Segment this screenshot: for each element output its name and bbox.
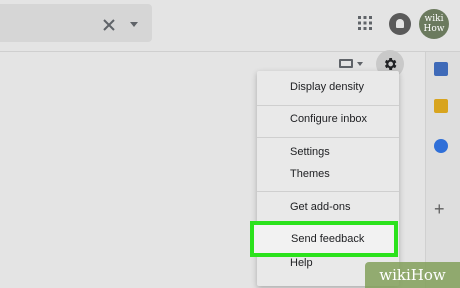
menu-item-configure-inbox[interactable]: Configure inbox [257,107,399,131]
keyboard-icon[interactable] [339,59,353,68]
search-box[interactable] [0,4,152,42]
apps-icon[interactable] [357,15,373,31]
menu-item-get-add-ons[interactable]: Get add-ons [257,195,399,219]
calendar-icon[interactable] [434,62,448,76]
notifications-icon[interactable] [389,13,411,35]
side-panel: + [425,52,460,288]
menu-item-themes[interactable]: Themes [257,162,399,186]
menu-item-send-feedback[interactable]: Send feedback [250,221,398,257]
menu-item-display-density[interactable]: Display density [257,75,399,99]
menu-divider [257,105,399,106]
gear-icon [384,58,397,70]
clear-icon[interactable] [100,16,118,34]
menu-item-settings[interactable]: Settings [257,140,399,164]
menu-divider [257,191,399,192]
wikihow-watermark: wikiHow [365,262,460,288]
menu-divider [257,137,399,138]
keep-icon[interactable] [434,99,448,113]
search-options-dropdown-icon[interactable] [130,22,138,27]
tasks-icon[interactable] [434,139,448,153]
input-tools-dropdown-icon[interactable] [357,62,363,66]
add-icon[interactable]: + [434,200,445,218]
avatar[interactable]: wiki How [419,9,449,39]
avatar-text: wiki How [423,14,445,34]
